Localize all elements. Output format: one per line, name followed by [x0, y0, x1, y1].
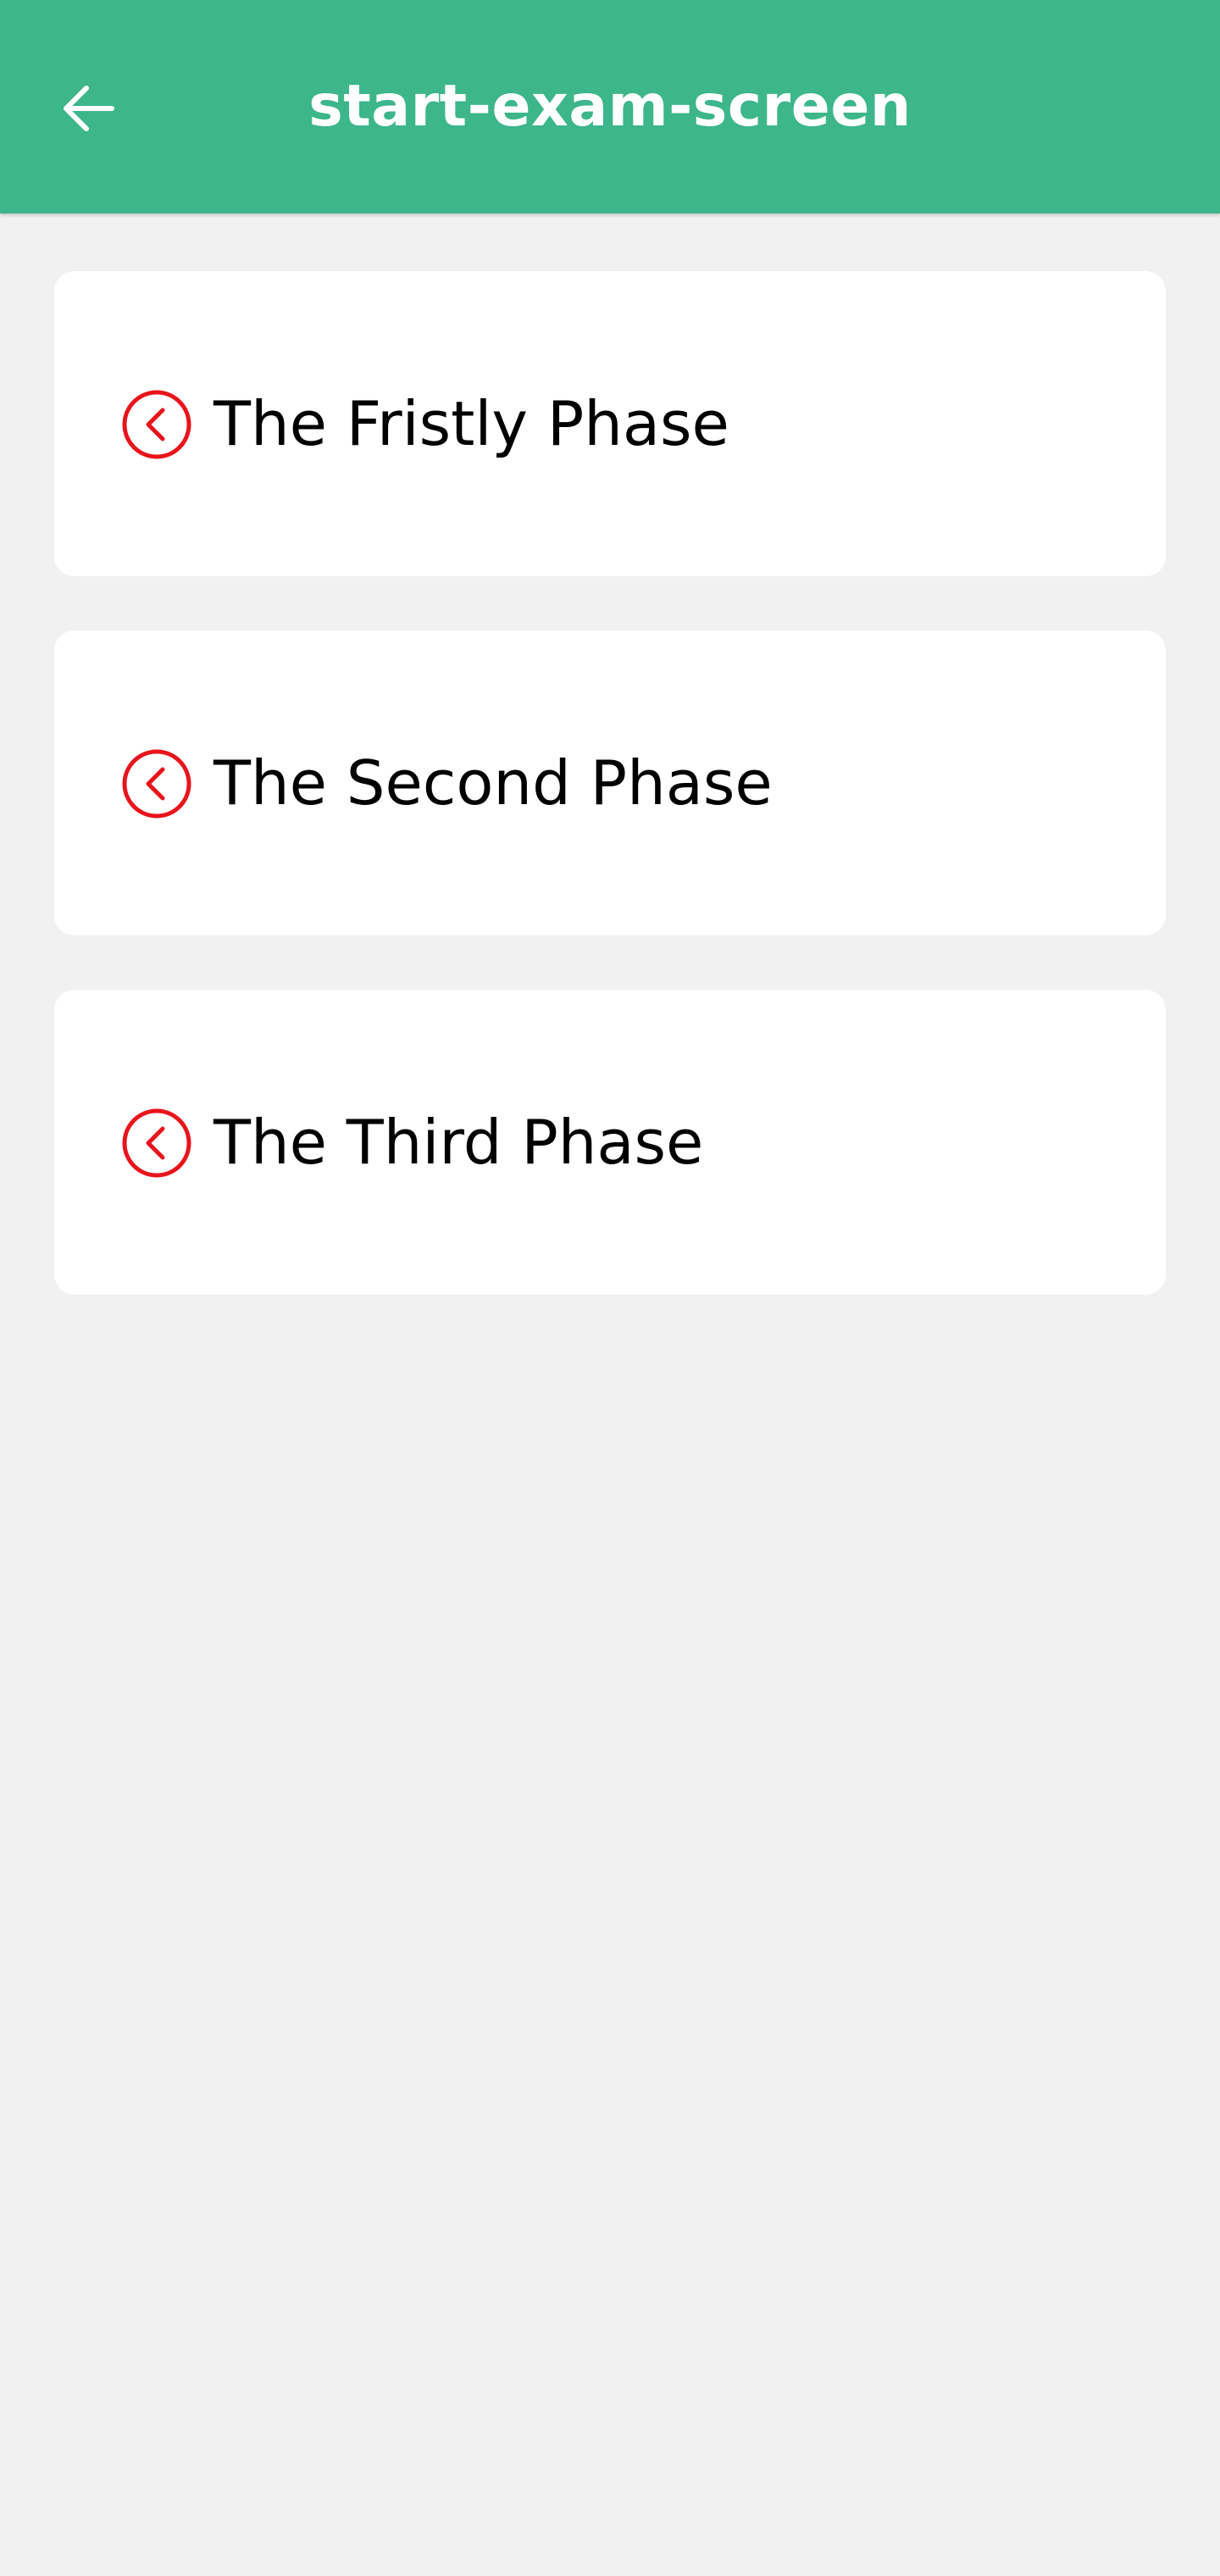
chevron-left-circle-icon — [122, 1108, 191, 1178]
phase-label: The Second Phase — [214, 747, 773, 819]
phase-card-second[interactable]: The Second Phase — [54, 630, 1166, 935]
chevron-left-circle-icon — [122, 390, 191, 459]
app-bar: start-exam-screen — [0, 0, 1220, 214]
page-title: start-exam-screen — [308, 73, 912, 140]
phase-label: The Third Phase — [214, 1107, 704, 1178]
arrow-left-icon — [64, 86, 114, 131]
phase-card-first[interactable]: The Fristly Phase — [54, 271, 1166, 576]
phase-card-third[interactable]: The Third Phase — [54, 990, 1166, 1295]
phase-label: The Fristly Phase — [214, 388, 729, 459]
back-button[interactable] — [44, 64, 132, 153]
chevron-left-circle-icon — [122, 749, 191, 819]
